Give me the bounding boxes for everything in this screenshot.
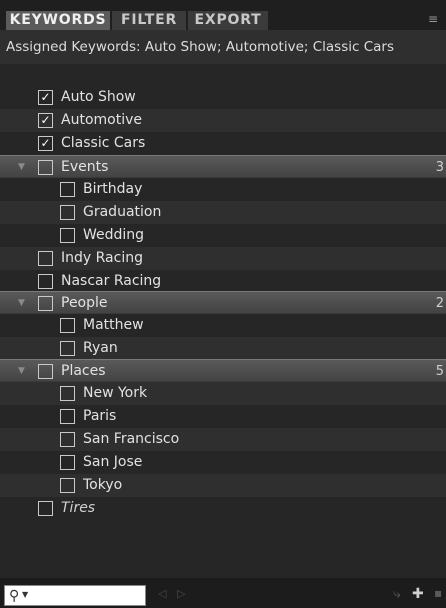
keyword-row[interactable]: Tires bbox=[0, 497, 446, 520]
keyword-label: Indy Racing bbox=[61, 250, 143, 266]
keyword-label: Auto Show bbox=[61, 89, 136, 105]
keyword-label: Matthew bbox=[83, 317, 144, 333]
keyword-row[interactable]: Nascar Racing bbox=[0, 270, 446, 293]
search-input[interactable]: ⚲ ▼ bbox=[4, 585, 146, 606]
panel-menu-icon[interactable]: ≡ bbox=[428, 12, 444, 26]
keyword-row[interactable]: New York bbox=[0, 382, 446, 405]
keyword-checkbox[interactable] bbox=[60, 228, 75, 243]
keyword-label: Tires bbox=[61, 500, 96, 516]
keyword-label: Events bbox=[61, 159, 109, 175]
keyword-count: 2 bbox=[435, 296, 444, 311]
keyword-row[interactable]: Wedding bbox=[0, 224, 446, 247]
keyword-label: Nascar Racing bbox=[61, 273, 162, 289]
keyword-checkbox[interactable] bbox=[60, 182, 75, 197]
keyword-label: Graduation bbox=[83, 204, 162, 220]
assigned-keywords-text: Assigned Keywords: Auto Show; Automotive… bbox=[0, 30, 446, 64]
keyword-checkbox[interactable] bbox=[60, 341, 75, 356]
keyword-checkbox[interactable] bbox=[38, 364, 53, 379]
keyword-count: 5 bbox=[435, 364, 444, 379]
new-child-keyword-icon[interactable]: ⤷ bbox=[393, 586, 401, 602]
bottom-toolbar: ⚲ ▼ ◁ ▷ ⤷ ✚ ▪ bbox=[0, 578, 446, 608]
keyword-row[interactable]: Tokyo bbox=[0, 474, 446, 497]
keyword-label: Classic Cars bbox=[61, 135, 146, 151]
keyword-label: Automotive bbox=[61, 112, 142, 128]
keyword-checkbox[interactable] bbox=[60, 478, 75, 493]
keyword-label: Wedding bbox=[83, 227, 145, 243]
keyword-checkbox[interactable] bbox=[60, 386, 75, 401]
keyword-label: Places bbox=[61, 363, 106, 379]
keyword-checkbox[interactable]: ✓ bbox=[38, 90, 53, 105]
panel-tab-bar: KEYWORDS FILTER EXPORT ≡ bbox=[0, 0, 446, 30]
keyword-label: Birthday bbox=[83, 181, 143, 197]
keyword-checkbox[interactable] bbox=[60, 318, 75, 333]
keyword-row[interactable]: Graduation bbox=[0, 201, 446, 224]
keyword-row[interactable]: ✓ Classic Cars bbox=[0, 132, 446, 155]
keyword-checkbox[interactable] bbox=[60, 455, 75, 470]
keyword-label: San Francisco bbox=[83, 431, 180, 447]
previous-icon[interactable]: ◁ bbox=[158, 587, 166, 600]
keyword-checkbox[interactable]: ✓ bbox=[38, 113, 53, 128]
keyword-count: 3 bbox=[435, 160, 444, 175]
keyword-row[interactable]: Paris bbox=[0, 405, 446, 428]
next-icon[interactable]: ▷ bbox=[177, 587, 185, 600]
keyword-group-row[interactable]: ▼ Places 5 bbox=[0, 359, 446, 382]
keyword-row[interactable]: Ryan bbox=[0, 337, 446, 360]
delete-keyword-icon[interactable]: ▪ bbox=[434, 586, 442, 600]
keyword-checkbox[interactable] bbox=[60, 432, 75, 447]
new-keyword-icon[interactable]: ✚ bbox=[412, 586, 424, 602]
keyword-list: ✓ Auto Show ✓ Automotive ✓ Classic Cars ▼ Event… bbox=[0, 64, 446, 574]
keyword-row[interactable]: Birthday bbox=[0, 178, 446, 201]
keyword-label: San Jose bbox=[83, 454, 143, 470]
disclosure-triangle-icon[interactable]: ▼ bbox=[18, 292, 25, 315]
keyword-row[interactable]: ✓ Auto Show bbox=[0, 86, 446, 109]
keyword-row[interactable]: ✓ Automotive bbox=[0, 109, 446, 132]
keyword-checkbox[interactable] bbox=[60, 205, 75, 220]
keyword-group-row[interactable]: ▼ People 2 bbox=[0, 291, 446, 314]
keyword-label: Paris bbox=[83, 408, 117, 424]
keyword-label: Tokyo bbox=[83, 477, 123, 493]
keyword-checkbox[interactable] bbox=[38, 274, 53, 289]
keyword-label: Ryan bbox=[83, 340, 118, 356]
keyword-label: People bbox=[61, 295, 108, 311]
search-options-chevron-icon[interactable]: ▼ bbox=[22, 590, 28, 599]
keyword-row[interactable]: San Jose bbox=[0, 451, 446, 474]
keyword-checkbox[interactable] bbox=[60, 409, 75, 424]
keyword-checkbox[interactable] bbox=[38, 296, 53, 311]
keyword-row[interactable]: San Francisco bbox=[0, 428, 446, 451]
keyword-label: New York bbox=[83, 385, 148, 401]
disclosure-triangle-icon[interactable]: ▼ bbox=[18, 360, 25, 383]
tab-export[interactable]: EXPORT bbox=[188, 11, 268, 30]
keyword-checkbox[interactable] bbox=[38, 160, 53, 175]
keyword-row[interactable]: Matthew bbox=[0, 314, 446, 337]
keyword-checkbox[interactable] bbox=[38, 251, 53, 266]
keyword-checkbox[interactable] bbox=[38, 501, 53, 516]
tab-keywords[interactable]: KEYWORDS bbox=[6, 11, 110, 30]
tab-filter[interactable]: FILTER bbox=[112, 11, 186, 30]
keyword-row[interactable]: Indy Racing bbox=[0, 247, 446, 270]
keyword-group-row[interactable]: ▼ Events 3 bbox=[0, 155, 446, 178]
disclosure-triangle-icon[interactable]: ▼ bbox=[18, 156, 25, 179]
search-icon: ⚲ bbox=[9, 588, 20, 604]
keyword-checkbox[interactable]: ✓ bbox=[38, 136, 53, 151]
